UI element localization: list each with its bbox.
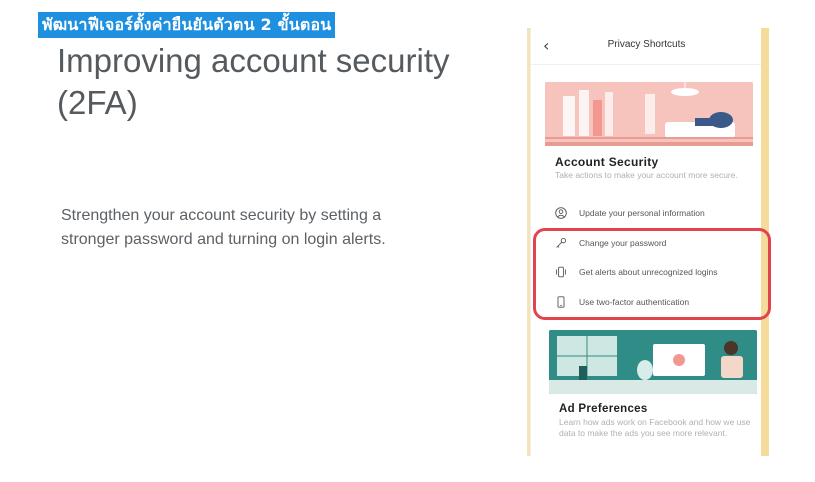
account-security-title: Account Security xyxy=(555,155,659,169)
item-label: Update your personal information xyxy=(579,208,705,218)
highlight-outline xyxy=(533,228,771,320)
privacy-shortcuts-title: Privacy Shortcuts xyxy=(607,39,686,50)
illustration-divider xyxy=(545,142,753,146)
thai-caption-banner: พัฒนาฟีเจอร์ตั้งค่ายืนยันตัวตน 2 ขั้นตอน xyxy=(38,12,336,38)
ad-preferences-subtitle: Learn how ads work on Facebook and how w… xyxy=(559,417,751,438)
phone-topbar: ‹ Privacy Shortcuts xyxy=(531,28,762,65)
ad-preferences-title: Ad Preferences xyxy=(559,403,648,415)
slide-body-text: Strengthen your account security by sett… xyxy=(61,207,386,248)
account-security-subtitle: Take actions to make your account more s… xyxy=(555,170,738,180)
update-personal-info-item[interactable]: Update your personal information xyxy=(555,206,755,222)
slide-title: Improving account security (2FA) xyxy=(57,42,450,121)
ad-preferences-illustration xyxy=(549,330,757,394)
person-circle-icon xyxy=(555,207,567,219)
account-security-illustration xyxy=(545,82,753,146)
